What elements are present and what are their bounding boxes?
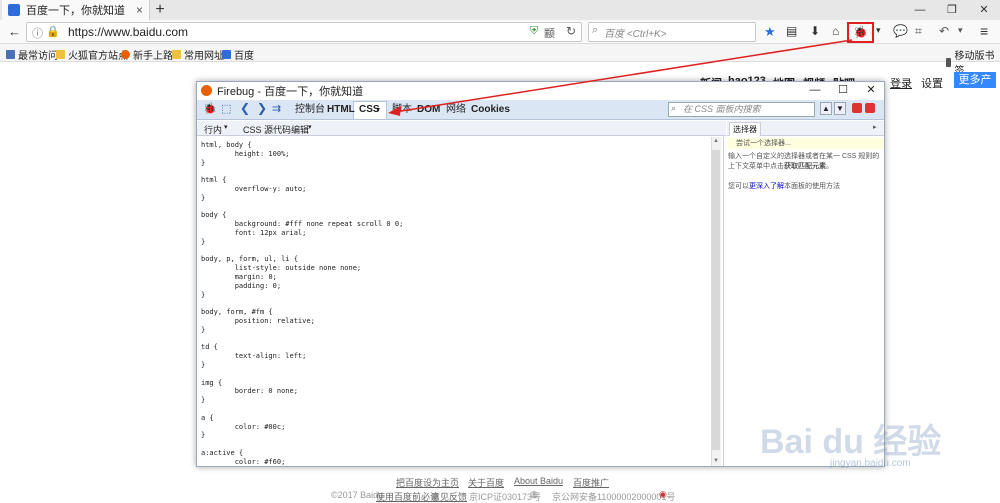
side-panel-expand-icon[interactable]: ▸ [873,123,877,131]
search-icon: ⌕ [592,24,599,36]
undo-dropdown-icon[interactable]: ▾ [958,25,963,36]
watermark-logo: Bai du 经验 [760,423,942,461]
bookmark-star-icon[interactable]: ★ [764,24,776,40]
selector-help-end: 。 [826,163,833,170]
new-tab-button[interactable]: + [152,0,168,20]
firebug-window-controls: — ☐ ✕ [801,82,885,99]
search-prev-icon[interactable]: ▲ [820,102,832,115]
bookmark-common-sites[interactable]: 常用网址 [172,47,224,62]
window-controls: — ❐ ✕ [904,0,1000,20]
tab-net[interactable]: 网络 [446,103,466,117]
scrollbar-thumb[interactable] [712,150,720,450]
firebug-title: Firebug - 百度一下，你就知道 [217,85,364,98]
crop-icon[interactable]: ⌗ [915,24,922,39]
maximize-button[interactable]: ❐ [936,0,968,20]
footer-link-about[interactable]: 关于百度 [468,476,504,489]
more-products-button[interactable]: 更多产品 [954,72,996,102]
reload-icon[interactable]: ↻ [566,24,576,38]
firebug-maximize-button[interactable]: ☐ [829,82,857,99]
firebug-minimize-button[interactable]: — [801,82,829,99]
reader-mode-icon[interactable]: 颛 [544,25,555,41]
footer-police: 京公网安备11000002000001号 [552,492,676,502]
bookmark-folder-icon [6,50,15,59]
tab-script[interactable]: 脚本 [392,103,412,117]
download-icon[interactable]: ⬇ [810,24,820,38]
selector-more-post: 本面板的使用方法 [784,183,840,190]
mobile-icon [946,57,952,67]
firebug-minimize-red-icon[interactable] [852,103,862,113]
firefox-icon [201,85,212,96]
footer-link-about-en[interactable]: About Baidu [514,476,563,486]
inline-dropdown[interactable]: 行内 [204,123,222,136]
bookmark-list-icon[interactable]: ▤ [786,24,797,38]
tab-html[interactable]: HTML [327,103,355,117]
edit-dropdown-icon[interactable]: ▾ [308,123,312,131]
settings-link[interactable]: 设置 [921,75,943,91]
tab-console[interactable]: 控制台 [295,103,325,117]
shield-icon[interactable]: ⛨ [530,25,538,38]
minimize-button[interactable]: — [904,0,936,20]
css-dropdown-icon[interactable]: ▾ [376,103,380,117]
search-next-icon[interactable]: ▼ [834,102,846,115]
chat-icon[interactable]: 💬 [893,24,908,38]
bookmark-firefox-official[interactable]: 火狐官方站点 [56,47,128,62]
baidu-favicon-icon [222,50,231,59]
folder-icon [56,50,65,59]
footer-link-feedback[interactable]: 意见反馈 [431,490,467,503]
folder-icon [172,50,181,59]
firebug-bug-icon[interactable]: 🐞 [853,25,868,39]
firefox-icon [121,50,130,59]
tab-close-icon[interactable]: × [136,3,143,17]
learn-more-link[interactable]: 更深入了解 [749,183,784,190]
footer-link-terms[interactable]: 使用百度前必读 [376,490,439,503]
back-arrow-icon[interactable]: ← [8,24,21,40]
firebug-bug-icon[interactable]: 🐞 [203,102,217,115]
icp-badge-icon: ◍ [530,489,538,499]
login-link[interactable]: 登录 [890,75,912,91]
footer-link-promotion[interactable]: 百度推广 [573,476,609,489]
scroll-down-icon[interactable]: ▼ [713,458,719,464]
css-search-input[interactable]: 在 CSS 面板内搜索 [668,102,815,117]
tab-title: 百度一下，你就知道 [26,5,125,17]
firebug-close-red-icon[interactable] [865,103,875,113]
selector-help-bold: 获取匹配元素 [784,163,826,170]
tab-cookies[interactable]: Cookies [471,103,510,117]
forward-arrow-icon[interactable]: ❯ [257,101,267,115]
browser-tab[interactable]: 百度一下，你就知道 × [2,0,150,20]
undo-icon[interactable]: ↶ [939,24,949,38]
search-icon: ⌕ [671,103,677,113]
tab-selector[interactable]: 选择器 [729,122,761,136]
watermark-url: jingyan.baidu.com [830,458,911,469]
css-source-edit-button[interactable]: CSS 源代码编辑 [243,123,309,136]
firebug-dropdown-icon[interactable]: ▾ [876,25,881,36]
css-source-text[interactable]: html, body { height: 100%; } html { over… [197,137,712,466]
url-text[interactable]: https://www.baidu.com [68,24,188,40]
inline-dropdown-icon[interactable]: ▾ [224,123,228,131]
back-arrow-icon[interactable]: ❮ [240,101,250,115]
lock-icon[interactable]: 🔒 [46,25,60,38]
css-code-editor[interactable]: html, body { height: 100%; } html { over… [197,137,712,466]
inspect-icon[interactable]: ⬚ [221,102,231,115]
bookmark-getting-started[interactable]: 新手上路 [121,47,173,62]
tab-dom[interactable]: DOM [417,103,440,117]
selector-help: 输入一个自定义的选择器或者在某一 CSS 规则的上下文菜单中点击获取匹配元素。 … [728,152,880,192]
police-badge-icon: ◉ [659,489,667,499]
search-placeholder: 百度 <Ctrl+K> [604,29,667,40]
home-icon[interactable]: ⌂ [832,24,839,38]
selector-input[interactable]: 尝试一个选择器... [728,138,884,149]
scroll-up-icon[interactable]: ▲ [713,138,719,144]
bookmark-most-visited[interactable]: 最常访问 [6,47,58,62]
bookmark-baidu[interactable]: 百度 [222,47,254,62]
command-line-icon[interactable]: ⇉ [272,102,281,115]
tab-bar [0,0,1000,20]
selector-more-pre: 您可以 [728,183,749,190]
firebug-close-button[interactable]: ✕ [857,82,885,99]
baidu-favicon-icon [8,4,20,16]
firebug-titlebar: Firebug - 百度一下，你就知道 [197,82,884,99]
footer-link-homepage[interactable]: 把百度设为主页 [396,476,459,489]
info-icon[interactable]: ⓘ [32,25,43,41]
menu-icon[interactable]: ≡ [980,23,988,39]
close-window-button[interactable]: ✕ [968,0,1000,20]
